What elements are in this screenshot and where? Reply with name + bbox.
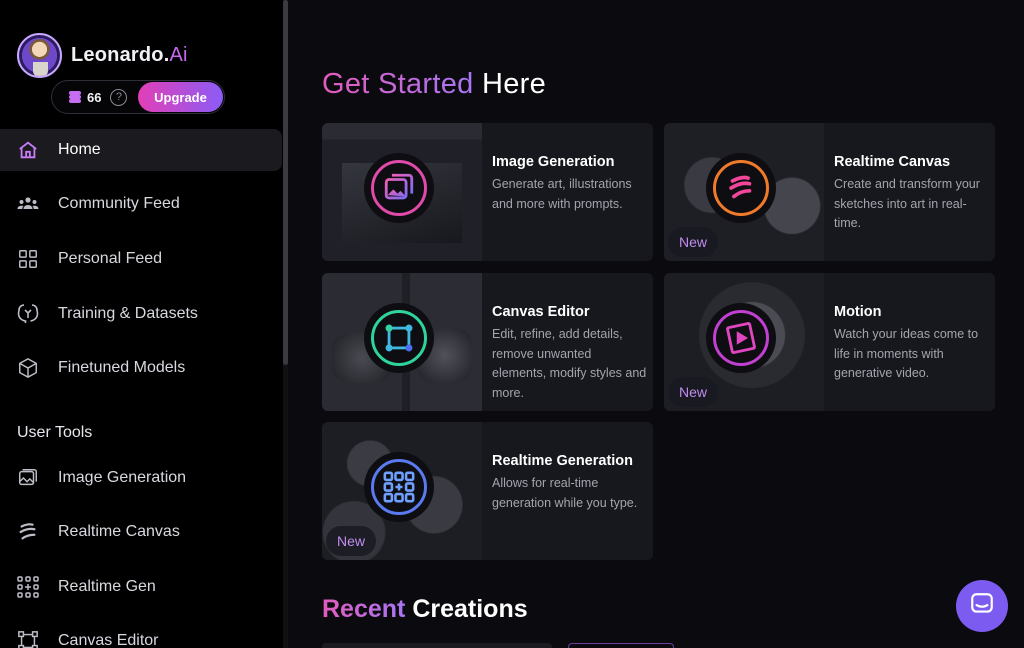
card-description: Create and transform your sketches into … bbox=[834, 177, 980, 230]
new-badge: New bbox=[668, 227, 719, 257]
token-count: 66 bbox=[87, 89, 102, 105]
brain-icon bbox=[16, 302, 40, 326]
film-icon bbox=[713, 310, 769, 366]
page-title: Get Started Here bbox=[322, 68, 547, 100]
grid-icon bbox=[16, 247, 40, 271]
card-description: Watch your ideas come to life in moments… bbox=[834, 327, 979, 380]
nav-label: Canvas Editor bbox=[58, 632, 159, 648]
nav-label: Training & Datasets bbox=[58, 305, 198, 322]
recent-tab[interactable] bbox=[568, 643, 674, 648]
nav-label: Home bbox=[58, 141, 101, 158]
token-balance: 66 ? Upgrade bbox=[51, 80, 225, 114]
sidebar: Leonardo.Ai 66 ? Upgrade Home Community … bbox=[0, 0, 283, 648]
brush-stroke-icon bbox=[16, 520, 40, 544]
main-content: Get Started Here Image Generation Genera… bbox=[288, 0, 1024, 648]
card-motion[interactable]: New Motion Watch your ideas come to life… bbox=[664, 273, 995, 411]
section-title-recent: Recent Creations bbox=[322, 595, 528, 623]
card-title: Canvas Editor bbox=[492, 304, 590, 320]
dots-grid-icon bbox=[16, 575, 40, 599]
card-icon-ring bbox=[364, 303, 434, 373]
frame-icon bbox=[371, 310, 427, 366]
new-badge: New bbox=[668, 377, 719, 407]
new-badge: New bbox=[326, 526, 377, 556]
nav-label: Finetuned Models bbox=[58, 359, 186, 376]
brand[interactable]: Leonardo.Ai bbox=[17, 33, 188, 78]
nav-item-personal-feed[interactable]: Personal Feed bbox=[0, 238, 282, 280]
chat-icon bbox=[969, 591, 995, 622]
card-icon-ring bbox=[364, 452, 434, 522]
nav-item-realtime-canvas[interactable]: Realtime Canvas bbox=[0, 511, 282, 553]
card-title: Realtime Canvas bbox=[834, 154, 951, 170]
card-description: Generate art, illustrations and more wit… bbox=[492, 177, 632, 211]
help-icon[interactable]: ? bbox=[110, 88, 128, 106]
card-realtime-generation[interactable]: New Realtime Generation Allows for real-… bbox=[322, 422, 653, 560]
card-title: Realtime Generation bbox=[492, 453, 634, 469]
recent-filter-bar[interactable] bbox=[322, 643, 552, 648]
image-icon bbox=[16, 466, 40, 490]
nav-item-finetuned-models[interactable]: Finetuned Models bbox=[0, 347, 282, 389]
users-icon bbox=[16, 192, 40, 216]
card-image-generation[interactable]: Image Generation Generate art, illustrat… bbox=[322, 123, 653, 261]
upgrade-button[interactable]: Upgrade bbox=[138, 82, 223, 112]
chat-button[interactable] bbox=[956, 580, 1008, 632]
frame-icon bbox=[16, 629, 40, 648]
nav-label: Personal Feed bbox=[58, 250, 163, 267]
nav-label: Realtime Canvas bbox=[58, 523, 180, 540]
nav-item-home[interactable]: Home bbox=[0, 129, 282, 171]
brand-avatar bbox=[17, 33, 62, 78]
card-icon-ring bbox=[706, 153, 776, 223]
section-user-tools: User Tools bbox=[17, 424, 93, 441]
nav-item-image-generation[interactable]: Image Generation bbox=[0, 457, 282, 499]
brush-stroke-icon bbox=[713, 160, 769, 216]
brand-name: Leonardo.Ai bbox=[71, 44, 188, 66]
dots-grid-icon bbox=[371, 459, 427, 515]
card-realtime-canvas[interactable]: New Realtime Canvas Create and transform… bbox=[664, 123, 995, 261]
token-coins-icon bbox=[68, 90, 82, 104]
nav-label: Image Generation bbox=[58, 469, 187, 486]
nav-label: Realtime Gen bbox=[58, 578, 156, 595]
cube-icon bbox=[16, 356, 40, 380]
home-icon bbox=[16, 138, 40, 162]
nav-label: Community Feed bbox=[58, 195, 180, 212]
nav-item-training-datasets[interactable]: Training & Datasets bbox=[0, 293, 282, 335]
nav-item-realtime-gen[interactable]: Realtime Gen bbox=[0, 566, 282, 608]
card-title: Motion bbox=[834, 304, 882, 320]
image-gallery-icon bbox=[371, 160, 427, 216]
nav-item-community-feed[interactable]: Community Feed bbox=[0, 183, 282, 225]
card-description: Allows for real-time generation while yo… bbox=[492, 476, 638, 510]
nav-item-canvas-editor[interactable]: Canvas Editor bbox=[0, 620, 282, 648]
card-icon-ring bbox=[364, 153, 434, 223]
card-description: Edit, refine, add details, remove unwant… bbox=[492, 327, 647, 400]
card-icon-ring bbox=[706, 303, 776, 373]
card-title: Image Generation bbox=[492, 154, 615, 170]
card-canvas-editor[interactable]: Canvas Editor Edit, refine, add details,… bbox=[322, 273, 653, 411]
